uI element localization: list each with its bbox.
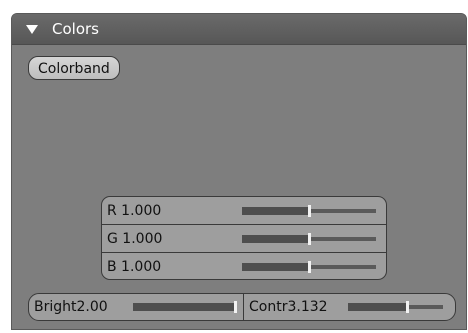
bright-slider-track[interactable] bbox=[133, 301, 237, 313]
b-slider-fill bbox=[242, 263, 309, 271]
r-slider-fill bbox=[242, 207, 309, 215]
collapse-triangle-icon[interactable] bbox=[26, 24, 38, 34]
bright-slider[interactable]: Bright2.00 bbox=[29, 294, 244, 320]
contr-slider-fill bbox=[348, 303, 408, 311]
b-slider-label: B 1.000 bbox=[107, 259, 162, 275]
g-slider[interactable]: G 1.000 bbox=[102, 225, 386, 253]
colorband-button[interactable]: Colorband bbox=[28, 56, 120, 80]
bright-contrast-group: Bright2.00 Contr3.132 bbox=[28, 293, 456, 321]
bright-slider-thumb[interactable] bbox=[233, 301, 237, 313]
bright-slider-fill bbox=[133, 303, 235, 311]
contr-slider[interactable]: Contr3.132 bbox=[244, 294, 455, 320]
g-slider-track[interactable] bbox=[242, 233, 376, 245]
r-slider-label: R 1.000 bbox=[107, 203, 162, 219]
r-slider-track[interactable] bbox=[242, 205, 376, 217]
contr-slider-thumb[interactable] bbox=[406, 301, 410, 313]
panel-header[interactable]: Colors bbox=[12, 14, 466, 45]
contr-slider-track[interactable] bbox=[348, 301, 443, 313]
bright-slider-label: Bright2.00 bbox=[34, 299, 108, 315]
contr-slider-label: Contr3.132 bbox=[249, 299, 328, 315]
g-slider-thumb[interactable] bbox=[307, 233, 311, 245]
rgb-slider-group: R 1.000 G 1.000 B 1.000 bbox=[101, 196, 387, 280]
panel-title: Colors bbox=[52, 20, 99, 38]
colors-panel: Colors Colorband R 1.000 G 1.000 B 1.000 bbox=[11, 13, 467, 330]
b-slider-thumb[interactable] bbox=[307, 261, 311, 273]
r-slider[interactable]: R 1.000 bbox=[102, 197, 386, 225]
g-slider-fill bbox=[242, 235, 309, 243]
b-slider-track[interactable] bbox=[242, 261, 376, 273]
b-slider[interactable]: B 1.000 bbox=[102, 253, 386, 279]
r-slider-thumb[interactable] bbox=[307, 205, 311, 217]
g-slider-label: G 1.000 bbox=[107, 231, 163, 247]
